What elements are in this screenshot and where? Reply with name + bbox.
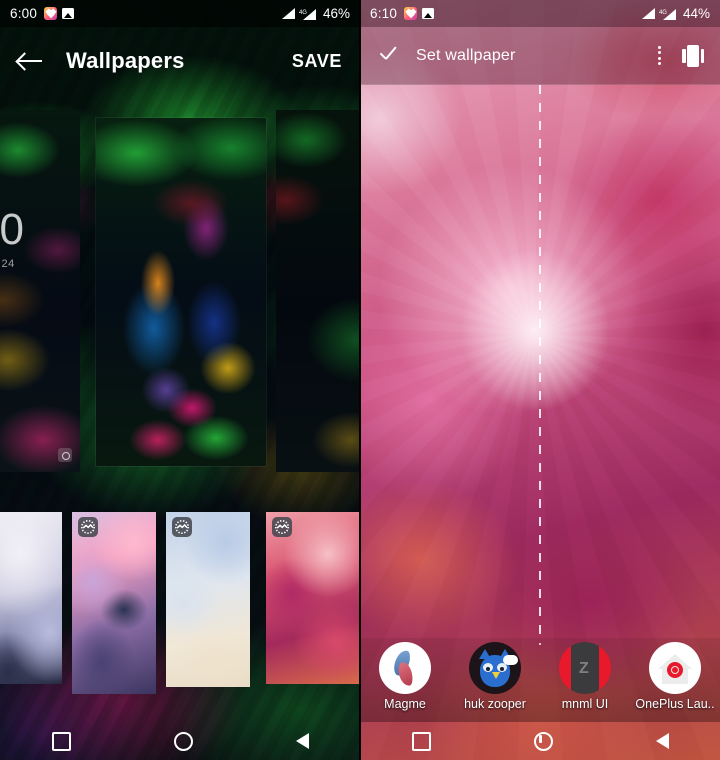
oneplus-launcher-icon xyxy=(649,642,701,694)
signal-4g-icon: 4G xyxy=(299,8,316,20)
thumb-image-2 xyxy=(72,512,156,694)
dock-label: OnePlus Lau.. xyxy=(635,697,715,711)
dual-screenshot-composite: 6:00 4G 46% Wallpapers SAVE 0 24 6:10 4G… xyxy=(0,0,720,760)
dock-item-huk-zooper[interactable]: huk zooper xyxy=(452,642,538,711)
recents-icon[interactable] xyxy=(51,731,71,751)
signal-4g-icon: 4G xyxy=(659,8,676,20)
vertical-dots-icon[interactable] xyxy=(658,45,662,66)
dock-label: huk zooper xyxy=(464,697,526,711)
battery-percent: 44% xyxy=(682,6,710,21)
set-wallpaper-toolbar: Set wallpaper xyxy=(360,27,720,85)
signal-icon xyxy=(281,8,295,19)
wallpaper-thumb-3[interactable] xyxy=(166,512,250,687)
wallpaper-image-right xyxy=(276,110,360,472)
wallpaper-card-center[interactable] xyxy=(96,118,266,466)
wallpaper-thumbnail-row xyxy=(0,512,360,694)
status-signal-group: 4G 44% xyxy=(641,6,710,21)
dock-item-oneplus-launcher[interactable]: OnePlus Lau.. xyxy=(632,642,718,711)
wallpapers-toolbar: Wallpapers SAVE xyxy=(0,27,360,95)
back-icon[interactable] xyxy=(295,733,309,749)
status-notification-icons xyxy=(404,7,435,20)
status-signal-group: 4G 46% xyxy=(281,6,350,21)
left-status-bar: 6:00 4G 46% xyxy=(0,0,360,27)
heart-gradient-icon xyxy=(44,7,58,20)
save-button[interactable]: SAVE xyxy=(292,51,342,72)
thumb-image-4 xyxy=(266,512,360,684)
wallpaper-image-left xyxy=(0,110,80,472)
home-icon[interactable] xyxy=(173,731,193,751)
clock-date: arch 24 xyxy=(0,258,15,270)
lockscreen-clock-overlay: 00 arch 24 xyxy=(0,205,25,271)
status-time: 6:10 xyxy=(370,6,398,21)
home-icon[interactable] xyxy=(533,731,553,751)
dock-item-magme[interactable]: Magme xyxy=(362,642,448,711)
featured-wallpaper-row: 00 arch 24 xyxy=(0,104,360,494)
wallpaper-image-center xyxy=(96,118,266,466)
scrollable-wallpaper-icon[interactable] xyxy=(682,44,704,67)
mnml-ui-icon: Z xyxy=(559,642,611,694)
page-title: Wallpapers xyxy=(66,48,185,73)
wallpaper-thumb-1[interactable] xyxy=(0,512,62,684)
photo-icon xyxy=(422,8,435,19)
photo-icon xyxy=(62,8,75,19)
dock-label: Magme xyxy=(384,697,426,711)
battery-percent: 46% xyxy=(322,6,350,21)
back-arrow-icon[interactable] xyxy=(18,51,44,71)
right-navigation-bar xyxy=(360,722,720,760)
wallpaper-card-right[interactable] xyxy=(276,110,360,472)
page-split-dashed-line xyxy=(539,85,541,645)
wallpaper-card-left[interactable]: 00 arch 24 xyxy=(0,110,80,472)
thumb-image-1 xyxy=(0,512,62,684)
right-screen-set-wallpaper: 6:10 4G 44% Set wallpaper Magme huk zoop… xyxy=(360,0,720,760)
set-wallpaper-title: Set wallpaper xyxy=(416,46,516,64)
status-time: 6:00 xyxy=(10,6,38,21)
oneplus-badge-icon xyxy=(172,517,192,537)
checkmark-icon[interactable] xyxy=(376,44,400,68)
back-icon[interactable] xyxy=(655,733,669,749)
recents-icon[interactable] xyxy=(411,731,431,751)
wallpaper-thumb-4[interactable] xyxy=(266,512,360,684)
lock-chip-icon xyxy=(58,448,72,462)
oneplus-badge-icon xyxy=(272,517,292,537)
wallpaper-thumb-2[interactable] xyxy=(72,512,156,694)
signal-icon xyxy=(641,8,655,19)
magme-flame-icon xyxy=(379,642,431,694)
dock-label: mnml UI xyxy=(561,697,609,711)
clock-hour: 00 xyxy=(0,205,25,254)
owl-icon xyxy=(469,642,521,694)
home-screen-dock: Magme huk zooper Z mnml UI OnePlus Lau.. xyxy=(360,638,720,722)
left-screen-wallpaper-picker: 6:00 4G 46% Wallpapers SAVE 0 24 xyxy=(0,0,360,760)
heart-gradient-icon xyxy=(404,7,418,20)
toolbar-actions xyxy=(658,44,704,67)
thumb-image-3 xyxy=(166,512,250,687)
left-navigation-bar xyxy=(0,722,360,760)
screen-divider xyxy=(359,0,361,760)
status-notification-icons xyxy=(44,7,75,20)
dock-item-mnml-ui[interactable]: Z mnml UI xyxy=(542,642,628,711)
oneplus-badge-icon xyxy=(78,517,98,537)
right-status-bar: 6:10 4G 44% xyxy=(360,0,720,27)
